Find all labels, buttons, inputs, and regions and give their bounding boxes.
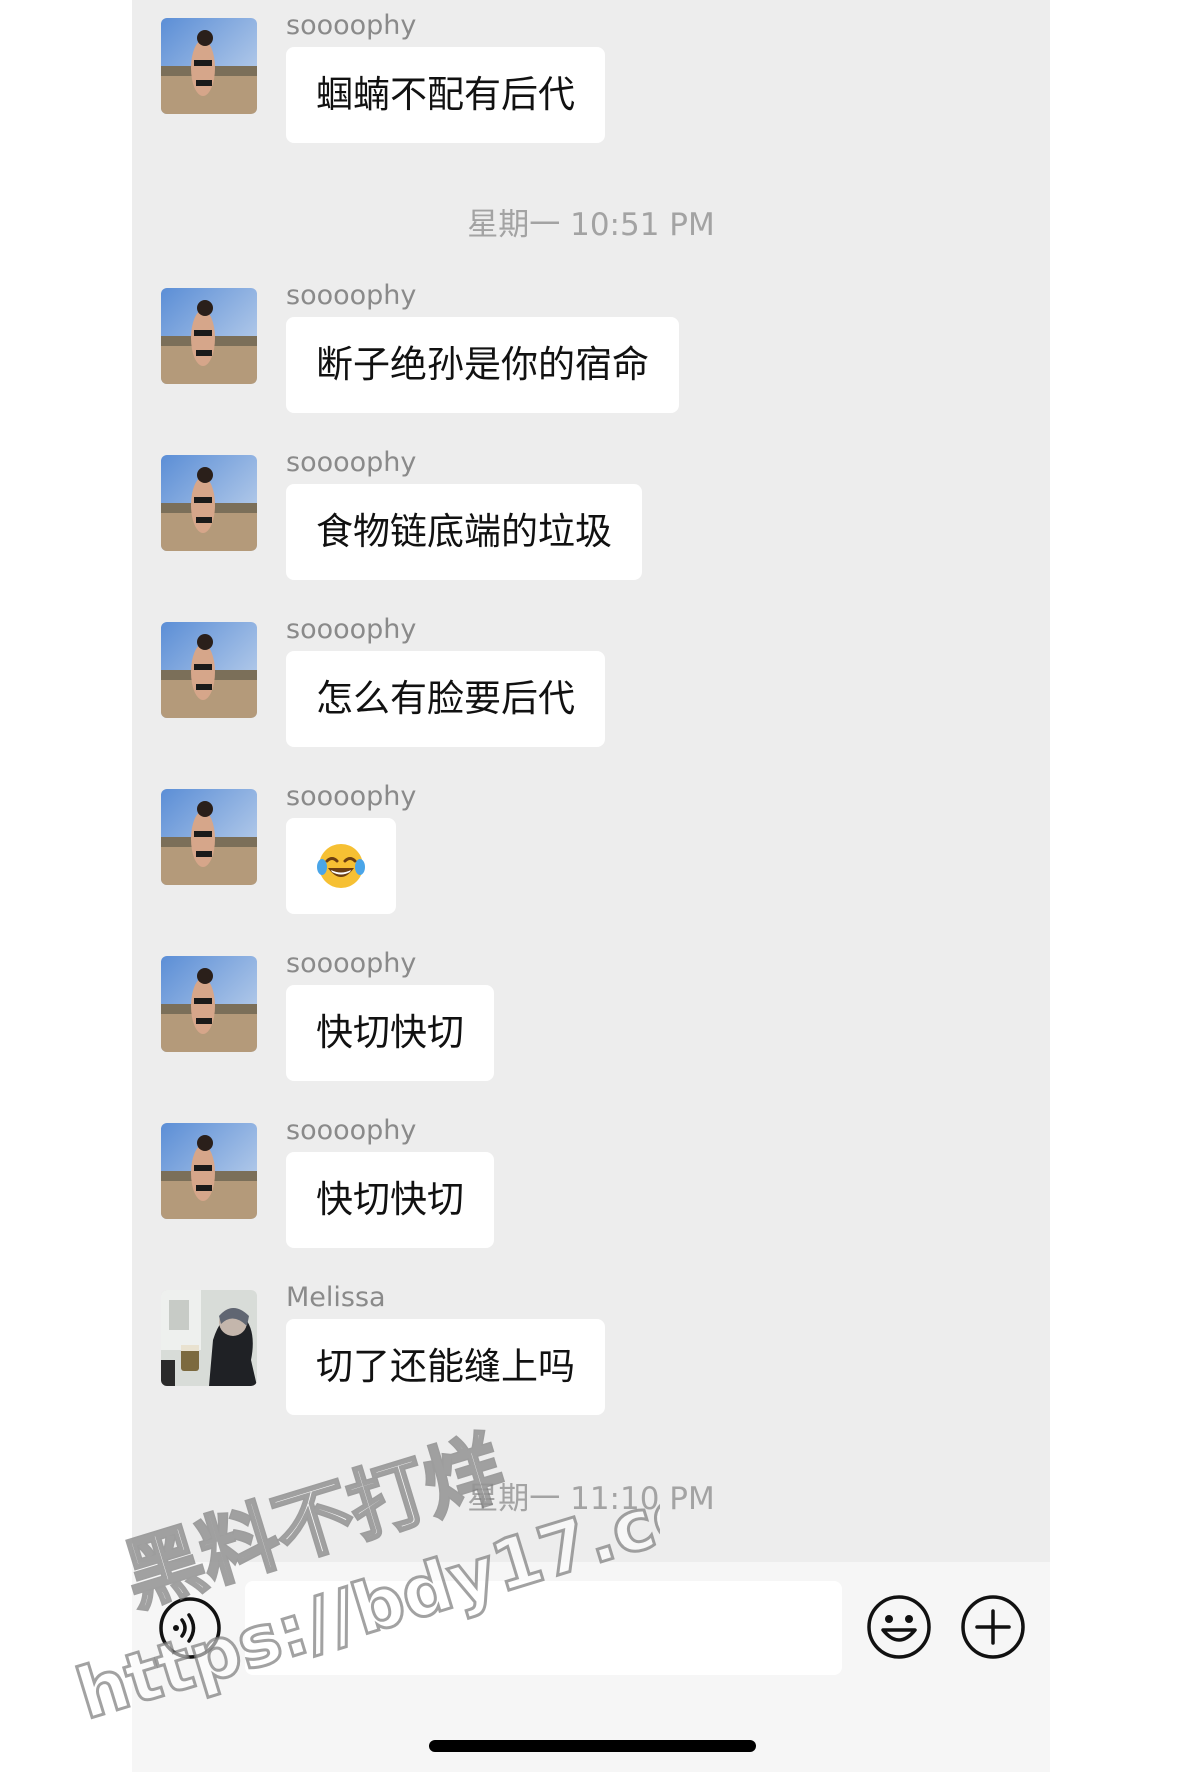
avatar[interactable] [161,1290,257,1386]
message-bubble[interactable] [286,818,396,914]
input-bar [132,1562,1050,1772]
chat-area[interactable]: soooophy 蝈蝻不配有后代 星期一 10:51 PM soooophy 断… [132,0,1050,1562]
message-bubble[interactable]: 切了还能缝上吗 [286,1319,605,1415]
avatar[interactable] [161,789,257,885]
voice-icon[interactable] [158,1596,222,1660]
message-bubble[interactable]: 怎么有脸要后代 [286,651,605,747]
sender-name: soooophy [286,280,417,311]
sender-name: soooophy [286,948,417,979]
sender-name: soooophy [286,1115,417,1146]
sender-name: soooophy [286,10,417,41]
avatar[interactable] [161,288,257,384]
avatar[interactable] [161,956,257,1052]
street-photo-avatar-image [161,1290,257,1386]
bikini-beach-avatar-image [161,622,257,718]
message-input[interactable] [245,1581,842,1675]
message-bubble[interactable]: 食物链底端的垃圾 [286,484,642,580]
avatar[interactable] [161,18,257,114]
avatar[interactable] [161,455,257,551]
sender-name: Melissa [286,1282,386,1313]
timestamp: 星期一 10:51 PM [467,207,715,243]
bikini-beach-avatar-image [161,1123,257,1219]
bikini-beach-avatar-image [161,288,257,384]
sender-name: soooophy [286,447,417,478]
bikini-beach-avatar-image [161,18,257,114]
message-bubble[interactable]: 断子绝孙是你的宿命 [286,317,679,413]
message-bubble[interactable]: 快切快切 [286,985,494,1081]
smiley-icon[interactable] [866,1594,932,1660]
sender-name: soooophy [286,614,417,645]
tears-of-joy-emoji-icon [317,844,365,888]
message-bubble[interactable]: 快切快切 [286,1152,494,1248]
bikini-beach-avatar-image [161,455,257,551]
avatar[interactable] [161,622,257,718]
home-indicator[interactable] [429,1740,756,1752]
message-bubble[interactable]: 蝈蝻不配有后代 [286,47,605,143]
bikini-beach-avatar-image [161,956,257,1052]
plus-circle-icon[interactable] [960,1594,1026,1660]
sender-name: soooophy [286,781,417,812]
timestamp: 星期一 11:10 PM [467,1481,715,1517]
bikini-beach-avatar-image [161,789,257,885]
avatar[interactable] [161,1123,257,1219]
